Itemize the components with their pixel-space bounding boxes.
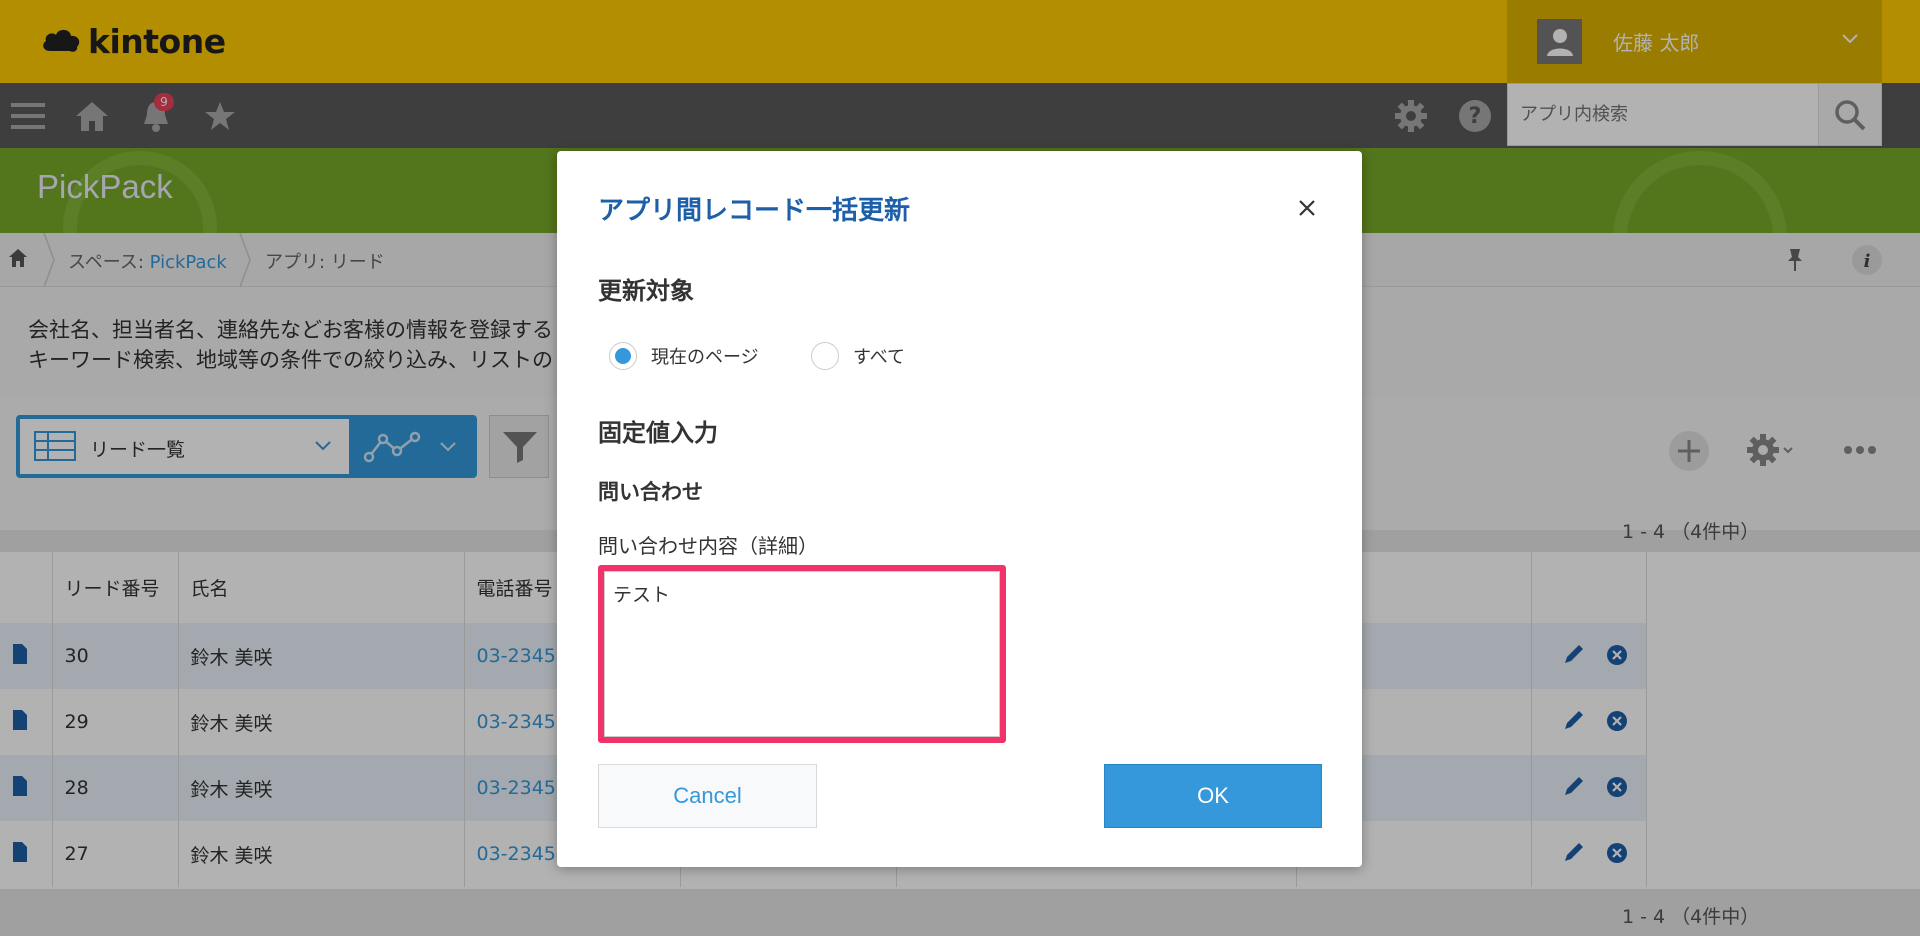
radio-all[interactable]: すべて: [811, 342, 905, 370]
radio-button[interactable]: [811, 342, 839, 370]
bulk-update-dialog: アプリ間レコード一括更新 更新対象 現在のページ すべて 固定値入力 問い合わせ…: [557, 151, 1362, 867]
inquiry-detail-textarea[interactable]: テスト: [604, 571, 1000, 737]
close-icon: [1299, 200, 1315, 216]
radio-label: すべて: [853, 347, 906, 368]
close-button[interactable]: [1293, 194, 1321, 222]
radio-current-page[interactable]: 現在のページ: [609, 342, 759, 370]
radio-label: 現在のページ: [651, 347, 759, 368]
inquiry-detail-label: 問い合わせ内容（詳細）: [598, 534, 818, 558]
update-target-heading: 更新対象: [598, 277, 694, 305]
radio-button-checked[interactable]: [609, 342, 637, 370]
inquiry-group-heading: 問い合わせ: [598, 480, 703, 504]
dialog-title: アプリ間レコード一括更新: [598, 196, 911, 226]
highlight-frame: テスト: [598, 565, 1006, 743]
ok-button[interactable]: OK: [1104, 764, 1322, 828]
cancel-button[interactable]: Cancel: [598, 764, 817, 828]
fixed-value-heading: 固定値入力: [598, 419, 718, 447]
